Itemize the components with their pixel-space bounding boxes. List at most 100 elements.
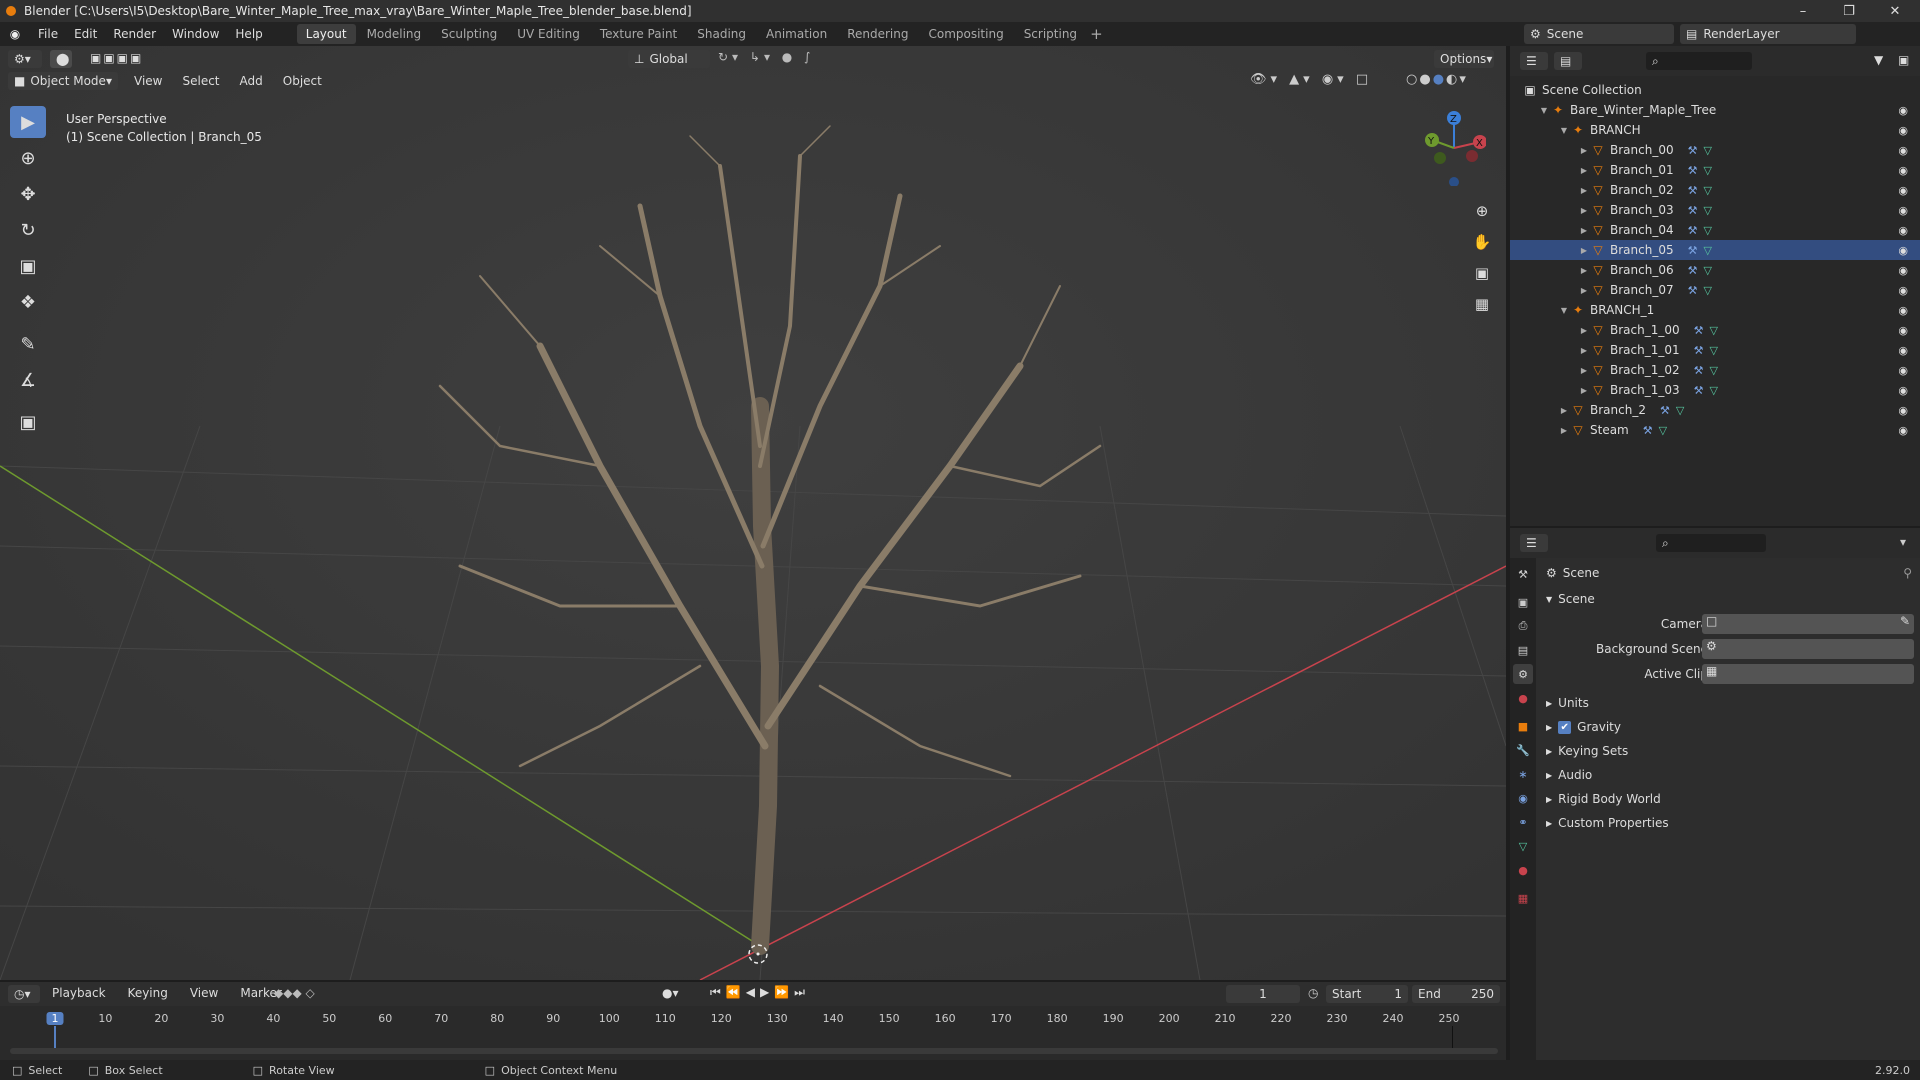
- tab-texture-paint[interactable]: Texture Paint: [591, 24, 686, 44]
- section-audio[interactable]: ▶ Audio: [1546, 764, 1916, 786]
- visibility-eye-icon[interactable]: ◉: [1898, 424, 1908, 437]
- visibility-eye-icon[interactable]: ◉: [1898, 164, 1908, 177]
- world-tab-icon[interactable]: ●: [1513, 688, 1533, 708]
- section-rigid-body-world[interactable]: ▶ Rigid Body World: [1546, 788, 1916, 810]
- scene-panel-header[interactable]: ▼ Scene: [1546, 588, 1916, 610]
- tab-animation[interactable]: Animation: [757, 24, 836, 44]
- material-tab-icon[interactable]: ●: [1513, 860, 1533, 880]
- minimize-button[interactable]: –: [1780, 0, 1826, 22]
- viewport-menu-add[interactable]: Add: [232, 74, 271, 88]
- chevron-right-icon[interactable]: ▶: [1578, 226, 1590, 235]
- zoom-icon[interactable]: ⊕: [1468, 196, 1496, 227]
- outliner-search[interactable]: ⌕: [1646, 52, 1752, 70]
- modifier-icon[interactable]: ⚒: [1688, 284, 1698, 297]
- modifier-icon[interactable]: ⚒: [1688, 244, 1698, 257]
- select-tool-icon[interactable]: ⬤: [50, 50, 72, 68]
- viewport-menu-select[interactable]: Select: [174, 74, 227, 88]
- visibility-eye-icon[interactable]: ◉: [1898, 284, 1908, 297]
- render-tab-icon[interactable]: ▣: [1513, 592, 1533, 612]
- data-tab-icon[interactable]: ▽: [1513, 836, 1533, 856]
- chevron-right-icon[interactable]: ▶: [1578, 326, 1590, 335]
- menu-file[interactable]: File: [30, 27, 66, 41]
- modifier-icon[interactable]: ⚒: [1688, 204, 1698, 217]
- outliner[interactable]: ☰ ▤ ⌕ ▼ ▣ ▣ Scene Collection ▼ ✦ Bare_Wint…: [1510, 46, 1920, 526]
- modifier-icon[interactable]: ⚒: [1688, 164, 1698, 177]
- section-keying-sets[interactable]: ▶ Keying Sets: [1546, 740, 1916, 762]
- tab-modeling[interactable]: Modeling: [358, 24, 431, 44]
- mesh-data-icon[interactable]: ▽: [1703, 224, 1711, 237]
- filter-icon[interactable]: ▼: [1874, 53, 1883, 67]
- view-layer-tab-icon[interactable]: ▤: [1513, 640, 1533, 660]
- modifier-icon[interactable]: ⚒: [1694, 364, 1704, 377]
- texture-tab-icon[interactable]: ▦: [1513, 888, 1533, 908]
- scene-tab-icon[interactable]: ⚙: [1513, 664, 1533, 684]
- scale-tool[interactable]: ▣: [10, 250, 46, 282]
- chevron-right-icon[interactable]: ▶: [1558, 426, 1570, 435]
- chevron-down-icon[interactable]: ▼: [1558, 306, 1570, 315]
- mesh-data-icon[interactable]: ▽: [1703, 264, 1711, 277]
- outliner-item[interactable]: ▶ ▽ Brach_1_00 ⚒ ▽ ◉: [1510, 320, 1920, 340]
- mesh-data-icon[interactable]: ▽: [1703, 244, 1711, 257]
- visibility-eye-icon[interactable]: ◉: [1898, 184, 1908, 197]
- chevron-right-icon[interactable]: ▶: [1578, 266, 1590, 275]
- tab-sculpting[interactable]: Sculpting: [432, 24, 506, 44]
- visibility-eye-icon[interactable]: ◉: [1898, 264, 1908, 277]
- chevron-down-icon[interactable]: ▼: [1558, 126, 1570, 135]
- outliner-item[interactable]: ▶ ▽ Steam ⚒ ▽ ◉: [1510, 420, 1920, 440]
- outliner-editor-type[interactable]: ☰: [1520, 52, 1548, 70]
- section-units[interactable]: ▶ Units: [1546, 692, 1916, 714]
- outliner-item[interactable]: ▶ ▽ Branch_00 ⚒ ▽ ◉: [1510, 140, 1920, 160]
- playhead[interactable]: [54, 1026, 56, 1048]
- menu-help[interactable]: Help: [227, 27, 270, 41]
- visibility-eye-icon[interactable]: ◉: [1898, 324, 1908, 337]
- section-gravity[interactable]: ▶ ✔ Gravity: [1546, 716, 1916, 738]
- new-collection-icon[interactable]: ▣: [1898, 53, 1909, 67]
- chevron-right-icon[interactable]: ▶: [1578, 286, 1590, 295]
- visibility-eye-icon[interactable]: ◉: [1898, 104, 1908, 117]
- chevron-down-icon[interactable]: ▼: [1538, 106, 1550, 115]
- outliner-item[interactable]: ▶ ▽ Brach_1_01 ⚒ ▽ ◉: [1510, 340, 1920, 360]
- properties-search[interactable]: ⌕: [1656, 534, 1766, 552]
- selection-mode-icons[interactable]: ▣▣▣▣: [90, 51, 143, 65]
- background-scene-field[interactable]: ⚙: [1702, 639, 1914, 659]
- pivot-snap-icons[interactable]: ↻▾ ↳▾ ● ∫: [718, 50, 814, 64]
- pan-hand-icon[interactable]: ✋: [1468, 227, 1496, 258]
- cursor-tool[interactable]: ⊕: [10, 142, 46, 174]
- mode-dropdown[interactable]: ■ Object Mode ▾: [8, 72, 118, 90]
- maximize-button[interactable]: ❐: [1826, 0, 1872, 22]
- camera-view-icon[interactable]: ▣: [1468, 258, 1496, 289]
- navigation-gizmo[interactable]: Z X Y: [1416, 106, 1486, 186]
- annotate-tool[interactable]: ✎: [10, 328, 46, 360]
- visibility-eye-icon[interactable]: ◉: [1898, 204, 1908, 217]
- active-clip-field[interactable]: ▦: [1702, 664, 1914, 684]
- select-box-tool[interactable]: ▶: [10, 106, 46, 138]
- modifier-icon[interactable]: ⚒: [1694, 384, 1704, 397]
- constraints-tab-icon[interactable]: ⚭: [1513, 812, 1533, 832]
- outliner-item[interactable]: ▶ ▽ Branch_2 ⚒ ▽ ◉: [1510, 400, 1920, 420]
- mesh-data-icon[interactable]: ▽: [1710, 364, 1718, 377]
- visibility-eye-icon[interactable]: ◉: [1898, 124, 1908, 137]
- timeline[interactable]: ◷▾ Playback Keying View Marker ◆◆◆ ◇ ●▾ ⏮⏪◀…: [0, 982, 1506, 1060]
- tool-tab-icon[interactable]: ⚒: [1513, 564, 1533, 584]
- mesh-data-icon[interactable]: ▽: [1710, 344, 1718, 357]
- mesh-data-icon[interactable]: ▽: [1710, 384, 1718, 397]
- transform-orientation[interactable]: ⊥ Global: [628, 50, 710, 68]
- outliner-item[interactable]: ▶ ▽ Branch_07 ⚒ ▽ ◉: [1510, 280, 1920, 300]
- mesh-data-icon[interactable]: ▽: [1703, 144, 1711, 157]
- modifier-icon[interactable]: ⚒: [1694, 324, 1704, 337]
- visibility-eye-icon[interactable]: ◉: [1898, 304, 1908, 317]
- display-mode-dropdown[interactable]: ▤: [1554, 52, 1582, 70]
- view-layer-selector[interactable]: ▤ RenderLayer: [1680, 24, 1856, 44]
- outliner-item[interactable]: ▼ ✦ Bare_Winter_Maple_Tree ◉: [1510, 100, 1920, 120]
- tab-compositing[interactable]: Compositing: [919, 24, 1012, 44]
- shading-mode-icons[interactable]: ○●●◐▾: [1406, 72, 1468, 87]
- modifier-icon[interactable]: ⚒: [1688, 264, 1698, 277]
- chevron-right-icon[interactable]: ▶: [1578, 366, 1590, 375]
- visibility-eye-icon[interactable]: ◉: [1898, 404, 1908, 417]
- rotate-tool[interactable]: ↻: [10, 214, 46, 246]
- outliner-item[interactable]: ▶ ▽ Brach_1_02 ⚒ ▽ ◉: [1510, 360, 1920, 380]
- chevron-right-icon[interactable]: ▶: [1578, 206, 1590, 215]
- eyedropper-icon[interactable]: ✎: [1900, 614, 1910, 628]
- transform-tool[interactable]: ❖: [10, 286, 46, 318]
- particles-tab-icon[interactable]: ∗: [1513, 764, 1533, 784]
